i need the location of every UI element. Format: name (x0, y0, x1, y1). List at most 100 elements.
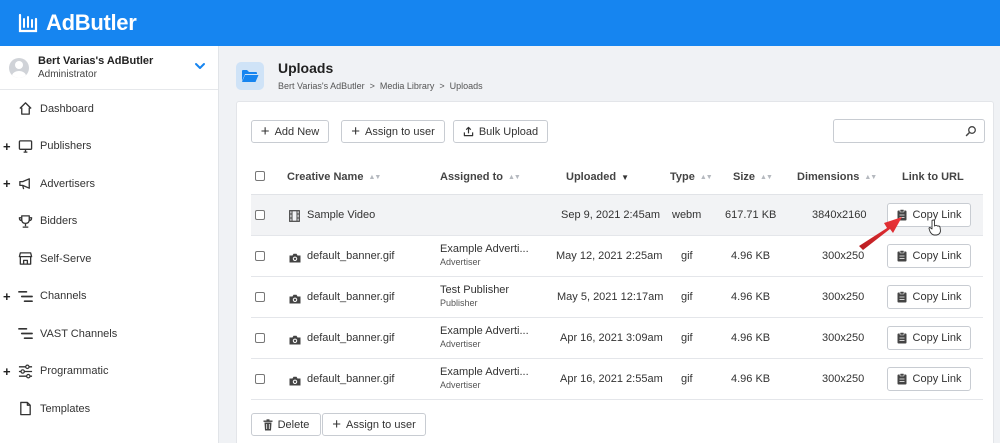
creative-name[interactable]: default_banner.gif (307, 250, 394, 262)
assigned-to: Example Adverti... Advertiser (440, 325, 529, 349)
table-header: Creative Name ▲▼ Assigned to ▲▼ Uploaded ▼ … (251, 159, 983, 195)
button-label: Copy Link (912, 332, 962, 344)
dimensions: 300x250 (822, 373, 865, 385)
trash-icon (263, 418, 273, 430)
row-checkbox[interactable] (255, 333, 265, 343)
sidebar-item-templates[interactable]: Templates (0, 390, 218, 428)
column-header-size[interactable]: Size ▲▼ (733, 171, 773, 183)
camera-icon (289, 253, 301, 263)
clipboard-icon (897, 373, 907, 385)
plus-icon: + (332, 415, 342, 433)
search-icon[interactable] (965, 125, 977, 137)
table-row[interactable]: default_banner.gif Example Adverti... Ad… (251, 359, 983, 400)
camera-icon (289, 294, 301, 304)
column-header-assigned-to[interactable]: Assigned to ▲▼ (440, 171, 521, 183)
page-title: Uploads (278, 60, 334, 76)
add-new-button[interactable]: + Add New (251, 120, 329, 143)
copy-link-button[interactable]: Copy Link (887, 326, 971, 350)
assign-to-user-button[interactable]: + Assign to user (341, 120, 445, 143)
column-header-type[interactable]: Type ▲▼ (670, 171, 713, 183)
expand-plus-icon[interactable]: + (3, 140, 11, 153)
search-input[interactable] (833, 119, 985, 143)
camera-icon (289, 376, 301, 386)
file-type: gif (681, 291, 693, 303)
sidebar-item-dashboard[interactable]: Dashboard (0, 90, 218, 128)
upload-icon (463, 126, 474, 137)
assigned-name: Example Adverti... (440, 243, 529, 255)
assigned-role: Advertiser (440, 339, 481, 349)
row-checkbox[interactable] (255, 374, 265, 384)
table-row[interactable]: default_banner.gif Test Publisher Publis… (251, 277, 983, 318)
table-row[interactable]: default_banner.gif Example Adverti... Ad… (251, 318, 983, 359)
column-header-link-to-url: Link to URL (902, 171, 964, 183)
row-checkbox[interactable] (255, 251, 265, 261)
button-label: Assign to user (346, 418, 416, 431)
expand-plus-icon[interactable]: + (3, 290, 11, 303)
assigned-role: Advertiser (440, 257, 481, 267)
account-role: Administrator (38, 69, 97, 80)
column-header-uploaded[interactable]: Uploaded ▼ (566, 171, 629, 183)
copy-link-button[interactable]: Copy Link (887, 367, 971, 391)
column-label: Type (670, 171, 695, 183)
sort-icon: ▲▼ (864, 173, 877, 181)
assign-to-user-button-bottom[interactable]: + Assign to user (322, 413, 426, 436)
page-header: Uploads Bert Varias's AdButler > Media L… (236, 60, 483, 91)
uploaded-date: May 5, 2021 12:17am (557, 291, 664, 303)
chevron-down-icon[interactable] (194, 60, 206, 72)
expand-plus-icon[interactable]: + (3, 177, 11, 190)
sidebar-item-channels[interactable]: + Channels (0, 278, 218, 316)
bulk-upload-button[interactable]: Bulk Upload (453, 120, 548, 143)
sidebar-item-label: Programmatic (40, 365, 109, 378)
file-size: 4.96 KB (731, 250, 771, 262)
breadcrumb[interactable]: Bert Varias's AdButler > Media Library >… (278, 81, 483, 91)
row-checkbox[interactable] (255, 292, 265, 302)
assigned-name: Example Adverti... (440, 325, 529, 337)
select-all-checkbox[interactable] (255, 171, 265, 181)
column-header-creative-name[interactable]: Creative Name ▲▼ (287, 171, 381, 183)
sidebar-item-publishers[interactable]: + Publishers (0, 128, 218, 166)
file-size: 4.96 KB (731, 373, 771, 385)
plus-icon: + (260, 122, 270, 140)
home-icon (19, 102, 32, 115)
clipboard-icon (897, 291, 907, 303)
channels-icon (18, 327, 33, 340)
row-checkbox[interactable] (255, 210, 265, 220)
expand-plus-icon[interactable]: + (3, 365, 11, 378)
file-type: gif (681, 332, 693, 344)
sidebar-item-label: VAST Channels (40, 327, 118, 340)
clipboard-icon (897, 332, 907, 344)
document-icon (20, 401, 31, 416)
file-type: gif (681, 373, 693, 385)
creative-name[interactable]: Sample Video (307, 209, 375, 221)
assigned-role: Publisher (440, 298, 478, 308)
assigned-name: Test Publisher (440, 284, 510, 296)
sidebar-item-self-serve[interactable]: Self-Serve (0, 240, 218, 278)
creative-name[interactable]: default_banner.gif (307, 373, 394, 385)
button-label: Add New (274, 125, 320, 138)
button-label: Copy Link (912, 291, 962, 303)
account-switcher[interactable]: Bert Varias's AdButler Administrator (0, 46, 218, 90)
sidebar-item-vast-channels[interactable]: VAST Channels (0, 315, 218, 353)
uploaded-date: Apr 16, 2021 2:55am (560, 373, 663, 385)
creative-name[interactable]: default_banner.gif (307, 332, 394, 344)
column-label: Uploaded (566, 171, 617, 183)
trophy-icon (18, 214, 33, 228)
sidebar-item-label: Channels (40, 290, 87, 303)
assigned-role: Advertiser (440, 380, 481, 390)
sidebar-item-programmatic[interactable]: + Programmatic (0, 353, 218, 391)
channels-icon (18, 290, 33, 302)
copy-link-button[interactable]: Copy Link (887, 285, 971, 309)
creative-name[interactable]: default_banner.gif (307, 291, 394, 303)
delete-button[interactable]: Delete (251, 413, 321, 436)
column-label: Size (733, 171, 756, 183)
column-header-dimensions[interactable]: Dimensions ▲▼ (797, 171, 877, 183)
avatar (9, 57, 29, 78)
account-name: Bert Varias's AdButler (38, 55, 154, 67)
button-label: Assign to user (365, 125, 435, 138)
button-label: Copy Link (912, 250, 962, 262)
app-logo[interactable]: AdButler (16, 10, 137, 36)
folder-tile (236, 61, 264, 90)
megaphone-icon (19, 178, 30, 190)
sidebar-item-advertisers[interactable]: + Advertisers (0, 165, 218, 203)
sidebar-item-bidders[interactable]: Bidders (0, 203, 218, 241)
